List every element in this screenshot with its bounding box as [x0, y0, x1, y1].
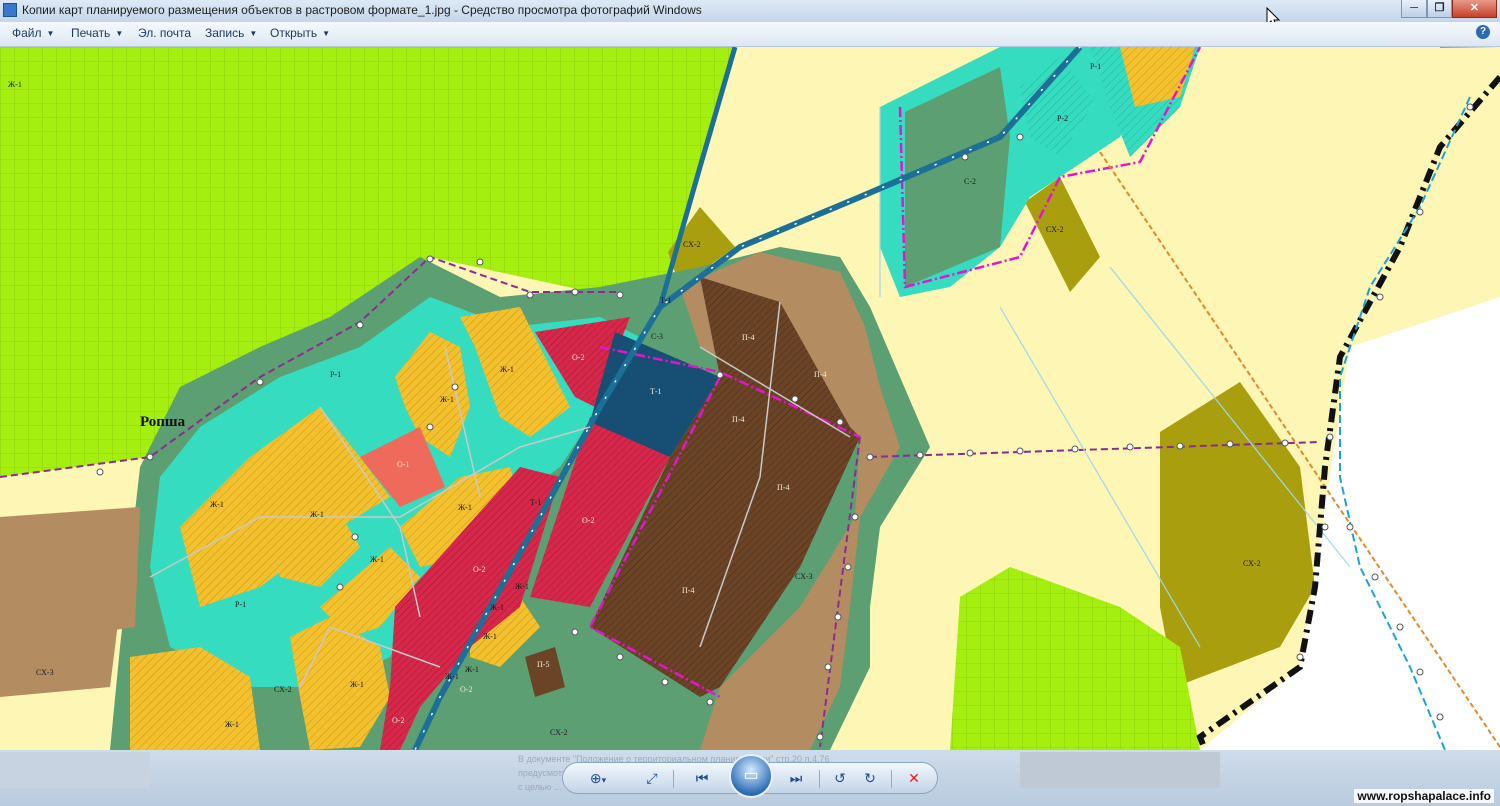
menu-print[interactable]: Печать ▼ — [71, 26, 123, 40]
window-title: Копии карт планируемого размещения объек… — [22, 3, 702, 17]
zone-label-t1-a: Т-1 — [650, 387, 662, 396]
menu-burn[interactable]: Запись ▼ — [205, 26, 257, 40]
zone-label-zh1-m: Ж-1 — [465, 665, 479, 674]
toolbar-separator — [819, 770, 820, 788]
zone-label-p4-e: П-4 — [682, 586, 694, 595]
minimize-button[interactable]: ─ — [1401, 0, 1427, 18]
zone-label-zh1-b: Ж-1 — [310, 510, 324, 519]
menu-print-label: Печать — [71, 26, 111, 40]
zoom-button[interactable]: ⊕▾ — [585, 767, 611, 789]
zone-label-zh1-f: Ж-1 — [458, 503, 472, 512]
menu-open[interactable]: Открыть ▼ — [270, 26, 330, 40]
menu-email[interactable]: Эл. почта — [138, 26, 191, 40]
zone-label-sh2-west: СХ-2 — [274, 685, 292, 694]
zone-label-o2-a: О-2 — [572, 353, 584, 362]
menu-email-label: Эл. почта — [138, 26, 192, 40]
zone-label-p4-d: П-4 — [777, 483, 789, 492]
zone-label-s3: С-3 — [651, 332, 663, 341]
zoning-map: Ж-1 Ропша Ж-1 Ж-1 Ж-1 Ж-1 Ж-1 Ж-1 Ж-1 Ж-… — [0, 47, 1500, 750]
menu-open-label: Открыть — [270, 26, 318, 40]
slideshow-button[interactable]: ▭ — [729, 754, 773, 798]
background-window-left — [0, 752, 150, 788]
zone-label-sh3-west: СХ-3 — [36, 668, 54, 677]
zone-label-sh3-center: СХ-3 — [795, 572, 813, 581]
maximize-button[interactable]: ❐ — [1427, 0, 1452, 18]
delete-button[interactable]: ✕ — [903, 767, 925, 789]
next-button[interactable]: ⏭ — [785, 767, 807, 789]
menu-file-label: Файл — [12, 26, 42, 40]
rotate-left-icon: ↺ — [834, 770, 846, 786]
site-watermark: www.ropshapalace.info — [1354, 789, 1494, 803]
fit-window-icon: ⤢ — [646, 770, 658, 786]
zone-label-zh1-c: Ж-1 — [370, 555, 384, 564]
zone-label-zh1-nw: Ж-1 — [8, 80, 22, 89]
zone-label-zh1-a: Ж-1 — [210, 500, 224, 509]
previous-button[interactable]: ⏮ — [691, 767, 713, 789]
chevron-down-icon: ▼ — [249, 29, 258, 38]
zone-label-r1-north: Р-1 — [1090, 62, 1101, 71]
chevron-down-icon: ▼ — [322, 29, 331, 38]
help-icon[interactable]: ? — [1476, 25, 1490, 39]
background-window-right — [1020, 752, 1220, 788]
zone-label-p4-a: П-4 — [742, 333, 754, 342]
viewer-toolbar: В документе "Положение о территориальном… — [0, 750, 1500, 806]
toolbar-separator — [891, 770, 892, 788]
chevron-down-icon: ▼ — [115, 29, 124, 38]
zone-label-zh1-d: Ж-1 — [440, 395, 454, 404]
zone-label-o1: О-1 — [397, 460, 409, 469]
zone-label-sh2-north: СХ-2 — [1046, 225, 1064, 234]
zone-label-r1-b: Р-1 — [235, 600, 246, 609]
zone-label-zh1-e: Ж-1 — [500, 365, 514, 374]
zone-label-o2-e: О-2 — [460, 685, 472, 694]
image-viewport[interactable]: Ж-1 Ропша Ж-1 Ж-1 Ж-1 Ж-1 Ж-1 Ж-1 Ж-1 Ж-… — [0, 47, 1500, 750]
chevron-down-icon: ▾ — [601, 775, 607, 785]
settlement-label: Ропша — [140, 414, 186, 430]
zone-label-sh2-south: СХ-2 — [550, 728, 568, 737]
zone-label-p4-b: П-4 — [814, 370, 826, 379]
zone-label-o2-b: О-2 — [582, 516, 594, 525]
close-button[interactable]: ✕ — [1452, 0, 1497, 18]
zone-label-p5: П-5 — [537, 660, 549, 669]
zoom-icon: ⊕ — [589, 770, 602, 786]
zone-label-sh2-east: СХ-2 — [1243, 559, 1261, 568]
zone-label-zh1-h: Ж-1 — [225, 720, 239, 729]
zone-label-o2-d: О-2 — [392, 716, 404, 725]
toolbar-separator — [673, 770, 674, 788]
rotate-right-button[interactable]: ↻ — [859, 767, 881, 789]
zone-label-p4-c: П-4 — [732, 415, 744, 424]
zone-label-sh2-small: СХ-2 — [683, 240, 701, 249]
zone-label-zh1-j: Ж-1 — [483, 632, 497, 641]
zone-label-t1-c: Т-1 — [660, 296, 672, 305]
zone-label-s2: С-2 — [964, 177, 976, 186]
zone-label-t1-b: Т-1 — [530, 498, 542, 507]
rotate-left-button[interactable]: ↺ — [829, 767, 851, 789]
zone-label-zh1-g: Ж-1 — [350, 680, 364, 689]
menu-file[interactable]: Файл ▼ — [12, 26, 54, 40]
zone-label-r2: Р-2 — [1057, 114, 1068, 123]
chevron-down-icon: ▼ — [46, 29, 55, 38]
rotate-right-icon: ↻ — [864, 770, 876, 786]
actual-size-button[interactable]: ⤢ — [641, 767, 663, 789]
background-text-3: с целью ... — [518, 782, 562, 792]
previous-icon: ⏮ — [695, 770, 709, 786]
zone-label-zh1-l: Ж-1 — [490, 603, 504, 612]
menu-burn-label: Запись — [205, 26, 245, 40]
photo-viewer-icon — [3, 3, 17, 17]
menu-bar: Файл ▼ Печать ▼ Эл. почта Запись ▼ Открыть ▼ — [0, 22, 1500, 47]
slideshow-icon: ▭ — [743, 767, 759, 784]
zone-label-r1-a: Р-1 — [330, 370, 341, 379]
zone-label-zh1-i: Ж-1 — [515, 582, 529, 591]
zone-label-zh1-k: Ж-1 — [445, 672, 459, 681]
delete-icon: ✕ — [908, 770, 920, 786]
zone-label-o2-c: О-2 — [473, 565, 485, 574]
next-icon: ⏭ — [789, 770, 803, 786]
